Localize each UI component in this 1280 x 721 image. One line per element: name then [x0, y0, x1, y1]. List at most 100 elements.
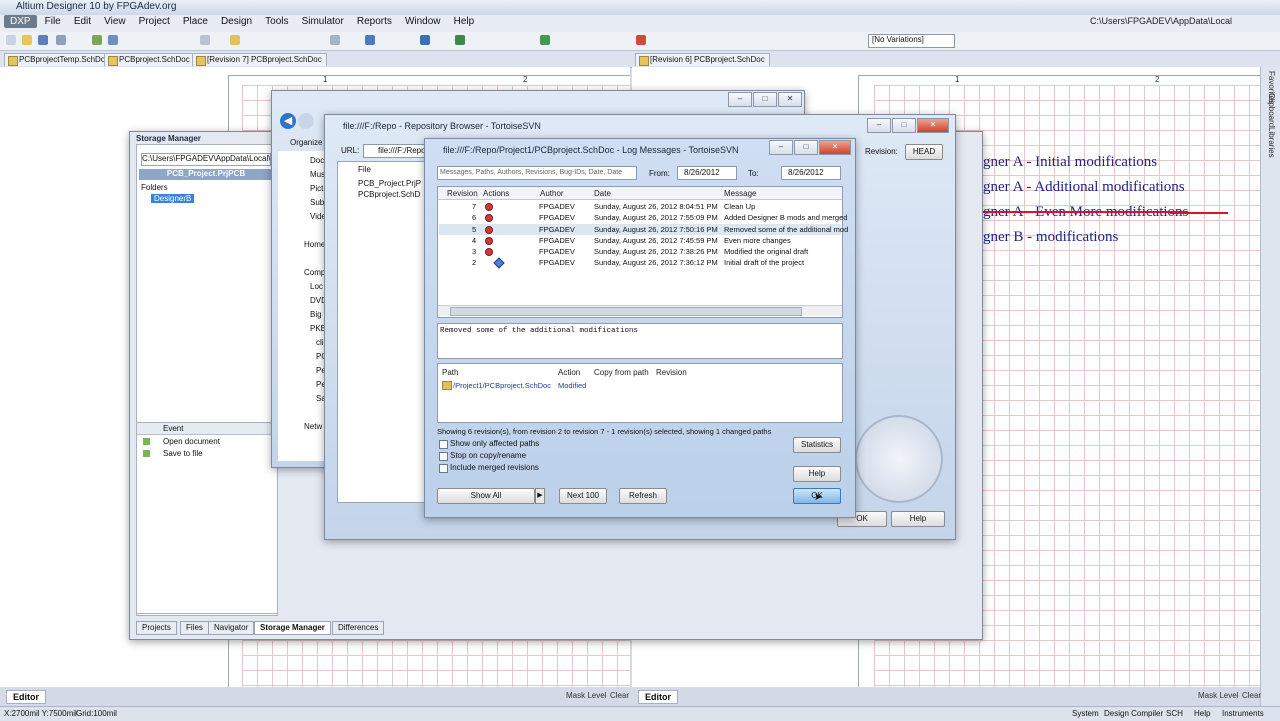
storage-project[interactable]: PCB_Project.PrjPCB	[139, 169, 273, 180]
nav-item[interactable]: Netw	[304, 422, 322, 431]
menu-simulator[interactable]: Simulator	[297, 15, 349, 28]
tab-storage-manager[interactable]: Storage Manager	[254, 621, 331, 635]
component-icon[interactable]	[540, 35, 550, 45]
revision-list-scrollbar[interactable]	[438, 305, 842, 316]
row-message[interactable]: Even more changes	[724, 236, 791, 245]
maximize-button[interactable]: □	[892, 118, 916, 133]
editor-tab-right[interactable]: Editor	[638, 690, 678, 704]
nav-item[interactable]: Comp	[304, 268, 325, 277]
maximize-button[interactable]: □	[753, 92, 777, 107]
net-icon[interactable]	[455, 35, 465, 45]
event-save-to-file[interactable]: Save to file	[163, 449, 203, 458]
path-box[interactable]: C:\Users\FPGADEV\AppData\Local	[1090, 16, 1270, 26]
menu-dxp[interactable]: DXP	[4, 15, 37, 28]
menu-design[interactable]: Design	[216, 15, 257, 28]
cut-icon[interactable]	[200, 35, 210, 45]
status-design-compiler[interactable]: Design Compiler	[1104, 709, 1163, 718]
row-date[interactable]: Sunday, August 26, 2012 7:45:59 PM	[594, 236, 718, 245]
menu-tools[interactable]: Tools	[260, 15, 293, 28]
row-author[interactable]: FPGADEV	[539, 213, 575, 222]
menu-place[interactable]: Place	[178, 15, 213, 28]
panel-clipboard[interactable]: Clipboard	[1267, 93, 1276, 127]
row-revision[interactable]: 4	[472, 236, 476, 245]
row-message[interactable]: Initial draft of the project	[724, 258, 804, 267]
menu-view[interactable]: View	[99, 15, 131, 28]
revision-head-button[interactable]: HEAD	[905, 144, 943, 160]
menu-window[interactable]: Window	[400, 15, 446, 28]
col-action[interactable]: Action	[558, 368, 580, 377]
row-revision[interactable]: 5	[472, 225, 476, 234]
col-date[interactable]: Date	[594, 189, 611, 198]
row-message[interactable]: Clean Up	[724, 202, 755, 211]
row-date[interactable]: Sunday, August 26, 2012 7:36:12 PM	[594, 258, 718, 267]
statistics-button[interactable]: Statistics	[793, 437, 841, 453]
status-instruments[interactable]: Instruments	[1222, 709, 1264, 718]
row-date[interactable]: Sunday, August 26, 2012 7:55:09 PM	[594, 213, 718, 222]
col-path[interactable]: Path	[442, 368, 458, 377]
stop-on-copy-checkbox[interactable]	[439, 452, 448, 461]
row-message[interactable]: Removed some of the additional mod	[724, 225, 848, 234]
row-author[interactable]: FPGADEV	[539, 247, 575, 256]
row-date[interactable]: Sunday, August 26, 2012 7:50:16 PM	[594, 225, 718, 234]
status-help[interactable]: Help	[1194, 709, 1210, 718]
status-sch[interactable]: SCH	[1166, 709, 1183, 718]
undo-icon[interactable]	[330, 35, 340, 45]
log-help-button[interactable]: Help	[793, 466, 841, 482]
changed-path[interactable]: /Project1/PCBproject.SchDoc	[453, 381, 551, 390]
row-revision[interactable]: 7	[472, 202, 476, 211]
repo-file[interactable]: PCB_Project.PrjP	[358, 179, 421, 188]
delete-icon[interactable]	[636, 35, 646, 45]
mask-level-right[interactable]: Mask Level	[1198, 691, 1238, 700]
row-date[interactable]: Sunday, August 26, 2012 8:04:51 PM	[594, 202, 718, 211]
row-revision[interactable]: 2	[472, 258, 476, 267]
next-100-button[interactable]: Next 100	[559, 488, 607, 504]
menu-help[interactable]: Help	[449, 15, 480, 28]
refresh-button[interactable]: Refresh	[619, 488, 667, 504]
row-author[interactable]: FPGADEV	[539, 202, 575, 211]
zoom-fit-icon[interactable]	[108, 35, 118, 45]
doc-tab-pcbproject[interactable]: PCBproject.SchDoc *	[104, 53, 201, 66]
col-revision[interactable]: Revision	[447, 189, 478, 198]
folder-designerb[interactable]: DesignerB	[151, 194, 195, 203]
tab-files[interactable]: Files	[180, 621, 209, 635]
row-author[interactable]: FPGADEV	[539, 225, 575, 234]
forward-arrow-icon[interactable]	[298, 113, 314, 129]
new-icon[interactable]	[6, 35, 16, 45]
nav-item[interactable]: Doc	[310, 156, 324, 165]
col-copy-from[interactable]: Copy from path	[594, 368, 649, 377]
zoom-icon[interactable]	[92, 35, 102, 45]
row-date[interactable]: Sunday, August 26, 2012 7:38:26 PM	[594, 247, 718, 256]
mask-level-left[interactable]: Mask Level	[566, 691, 606, 700]
from-date[interactable]: 8/26/2012	[677, 166, 737, 180]
tab-navigator[interactable]: Navigator	[208, 621, 255, 635]
event-open-document[interactable]: Open document	[163, 437, 220, 446]
repo-help-button[interactable]: Help	[891, 511, 945, 527]
storage-path-field[interactable]: C:\Users\FPGADEV\AppData\Local\T	[141, 153, 271, 166]
menu-project[interactable]: Project	[134, 15, 175, 28]
cross-probe-icon[interactable]	[365, 35, 375, 45]
repo-file[interactable]: PCBproject.SchD	[358, 190, 420, 199]
col-author[interactable]: Author	[540, 189, 564, 198]
row-author[interactable]: FPGADEV	[539, 236, 575, 245]
tab-differences[interactable]: Differences	[332, 621, 385, 635]
editor-tab-left[interactable]: Editor	[6, 690, 46, 704]
row-revision[interactable]: 6	[472, 213, 476, 222]
menu-reports[interactable]: Reports	[352, 15, 397, 28]
minimize-button[interactable]: –	[867, 118, 891, 133]
doc-tab-template[interactable]: PCBprojectTemp.SchDoc	[4, 53, 115, 66]
variations-select[interactable]: [No Variations]	[868, 34, 955, 48]
changed-path-action[interactable]: Modified	[558, 381, 586, 390]
doc-tab-revision-7[interactable]: [Revision 7] PCBproject.SchDoc	[192, 53, 327, 66]
status-system[interactable]: System	[1072, 709, 1099, 718]
log-message-box[interactable]: Removed some of the additional modificat…	[437, 323, 843, 359]
nav-item[interactable]: Loc	[310, 282, 323, 291]
log-filter-input[interactable]: Messages, Paths, Authors, Revisions, Bug…	[437, 166, 637, 180]
clear-left[interactable]: Clear	[610, 691, 629, 700]
print-icon[interactable]	[56, 35, 66, 45]
wire-icon[interactable]	[420, 35, 430, 45]
include-merged-checkbox[interactable]	[439, 464, 448, 473]
row-author[interactable]: FPGADEV	[539, 258, 575, 267]
row-message[interactable]: Added Designer B mods and merged	[724, 213, 847, 222]
close-button[interactable]: ✕	[819, 140, 851, 155]
tab-projects[interactable]: Projects	[136, 621, 177, 635]
